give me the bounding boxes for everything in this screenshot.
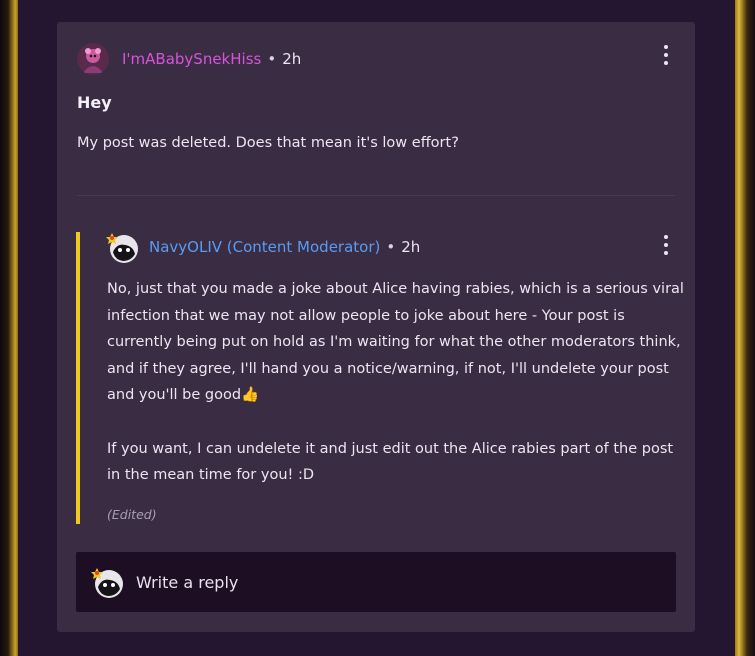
- divider: [77, 195, 675, 196]
- meta-separator: •: [267, 50, 277, 68]
- moderator-avatar[interactable]: [105, 230, 139, 264]
- moderator-username[interactable]: NavyOLIV (Content Moderator): [149, 238, 380, 256]
- reply-input[interactable]: Write a reply: [136, 573, 238, 592]
- meta-separator: •: [386, 238, 396, 256]
- reply-paragraph: If you want, I can undelete it and just …: [107, 440, 674, 484]
- author-username[interactable]: I'mABabySnekHiss: [122, 50, 261, 68]
- post-body: My post was deleted. Does that mean it's…: [77, 135, 459, 151]
- post-time: 2h: [282, 50, 302, 68]
- frame-left-border: [0, 0, 18, 656]
- edited-label: (Edited): [107, 507, 157, 522]
- reply-paragraph: No, just that you made a joke about Alic…: [107, 281, 684, 403]
- reply-more-options-icon[interactable]: [663, 235, 669, 255]
- reply-time: 2h: [401, 238, 421, 256]
- current-user-avatar: [90, 565, 124, 599]
- reply-body: No, just that you made a joke about Alic…: [107, 276, 687, 489]
- reply-header: NavyOLIV (Content Moderator) • 2h: [105, 228, 420, 266]
- post-header: I'mABabySnekHiss • 2h: [77, 42, 301, 76]
- reply-thread-bar: [76, 232, 80, 524]
- post-title: Hey: [77, 93, 112, 112]
- frame-right-border: [735, 0, 755, 656]
- post-more-options-icon[interactable]: [663, 45, 669, 65]
- post-card: I'mABabySnekHiss • 2h Hey My post was de…: [57, 22, 695, 632]
- reply-composer[interactable]: Write a reply: [76, 552, 676, 612]
- author-avatar[interactable]: [77, 43, 109, 75]
